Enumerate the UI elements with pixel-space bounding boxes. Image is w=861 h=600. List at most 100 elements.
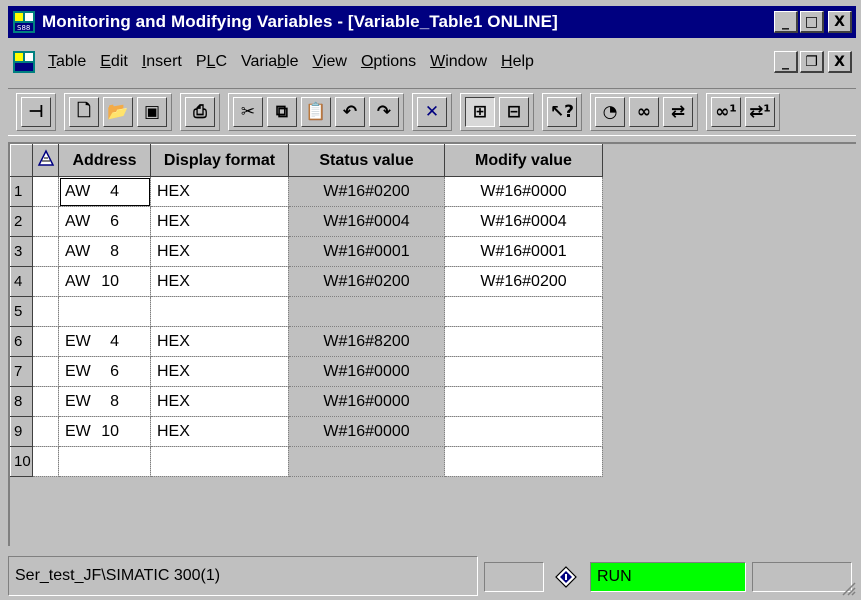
display-format-cell[interactable]: HEX bbox=[150, 356, 289, 387]
marker-cell[interactable] bbox=[32, 386, 59, 417]
menu-window[interactable]: Window bbox=[424, 53, 495, 71]
modify-value-cell[interactable] bbox=[444, 446, 603, 477]
modify-value-cell[interactable]: W#16#0000 bbox=[444, 176, 603, 207]
pin-icon[interactable]: ⊣ bbox=[21, 97, 51, 127]
redo-icon[interactable]: ↷ bbox=[369, 97, 399, 127]
table-row[interactable]: 6 EW 4 HEX W#16#8200 bbox=[10, 326, 603, 357]
marker-cell[interactable] bbox=[32, 206, 59, 237]
table-row[interactable]: 4 AW 10 HEX W#16#0200 W#16#0200 bbox=[10, 266, 603, 297]
modify-value-cell[interactable] bbox=[444, 356, 603, 387]
trigger-icon[interactable]: ◔ bbox=[595, 97, 625, 127]
maximize-button[interactable]: □ bbox=[800, 11, 824, 33]
display-format-cell[interactable]: HEX bbox=[150, 176, 289, 207]
open-icon[interactable]: 📂 bbox=[103, 97, 133, 127]
display-format-cell[interactable]: HEX bbox=[150, 386, 289, 417]
monitor-icon[interactable]: ∞ bbox=[629, 97, 659, 127]
paste-icon[interactable]: 📋 bbox=[301, 97, 331, 127]
address-header[interactable]: Address bbox=[58, 144, 151, 177]
modify-value-cell[interactable] bbox=[444, 416, 603, 447]
marker-cell[interactable] bbox=[32, 446, 59, 477]
display-format-cell[interactable]: HEX bbox=[150, 326, 289, 357]
marker-cell[interactable] bbox=[32, 176, 59, 207]
display-format-cell[interactable]: HEX bbox=[150, 416, 289, 447]
address-cell[interactable]: EW 10 bbox=[58, 416, 151, 447]
row-number[interactable]: 9 bbox=[10, 416, 33, 447]
copy-icon[interactable]: ⧉ bbox=[267, 97, 297, 127]
marker-cell[interactable] bbox=[32, 266, 59, 297]
menu-insert[interactable]: Insert bbox=[136, 53, 190, 71]
menu-edit[interactable]: Edit bbox=[94, 53, 136, 71]
row-number[interactable]: 10 bbox=[10, 446, 33, 477]
doc-minimize-button[interactable]: _ bbox=[774, 51, 798, 73]
menu-options[interactable]: Options bbox=[355, 53, 424, 71]
cut-icon[interactable]: ✂ bbox=[233, 97, 263, 127]
modify-value-header[interactable]: Modify value bbox=[444, 144, 603, 177]
row-number[interactable]: 2 bbox=[10, 206, 33, 237]
address-cell[interactable]: AW 4 bbox=[58, 176, 151, 207]
table-row[interactable]: 7 EW 6 HEX W#16#0000 bbox=[10, 356, 603, 387]
table-row[interactable]: 2 AW 6 HEX W#16#0004 W#16#0004 bbox=[10, 206, 603, 237]
table-row[interactable]: 3 AW 8 HEX W#16#0001 W#16#0001 bbox=[10, 236, 603, 267]
delete-icon[interactable]: ✕ bbox=[417, 97, 447, 127]
save-icon[interactable]: ▣ bbox=[137, 97, 167, 127]
address-cell[interactable]: AW 6 bbox=[58, 206, 151, 237]
marker-cell[interactable] bbox=[32, 236, 59, 267]
row-number[interactable]: 1 bbox=[10, 176, 33, 207]
corner-header[interactable] bbox=[10, 144, 33, 177]
doc-restore-button[interactable]: ❐ bbox=[800, 51, 824, 73]
address-cell[interactable]: AW 8 bbox=[58, 236, 151, 267]
help-pointer-icon[interactable]: ↖? bbox=[547, 97, 577, 127]
status-value-header[interactable]: Status value bbox=[288, 144, 445, 177]
modify-value-cell[interactable]: W#16#0001 bbox=[444, 236, 603, 267]
address-cell[interactable] bbox=[58, 296, 151, 327]
menu-variable[interactable]: Variable bbox=[235, 53, 307, 71]
marker-cell[interactable] bbox=[32, 416, 59, 447]
row-number[interactable]: 8 bbox=[10, 386, 33, 417]
address-cell[interactable] bbox=[58, 446, 151, 477]
modify-icon[interactable]: ⇄ bbox=[663, 97, 693, 127]
table-row[interactable]: 8 EW 8 HEX W#16#0000 bbox=[10, 386, 603, 417]
offline-icon[interactable]: ⊟ bbox=[499, 97, 529, 127]
table-row[interactable]: 5 bbox=[10, 296, 603, 327]
table-row[interactable]: 9 EW 10 HEX W#16#0000 bbox=[10, 416, 603, 447]
address-cell[interactable]: AW 10 bbox=[58, 266, 151, 297]
modify-value-cell[interactable] bbox=[444, 386, 603, 417]
resize-grip-icon[interactable] bbox=[840, 580, 856, 596]
menu-view[interactable]: View bbox=[307, 53, 355, 71]
marker-cell[interactable] bbox=[32, 356, 59, 387]
modify-value-cell[interactable] bbox=[444, 326, 603, 357]
address-cell[interactable]: EW 8 bbox=[58, 386, 151, 417]
online-icon[interactable]: ⊞ bbox=[465, 97, 495, 127]
modify-value-cell[interactable]: W#16#0200 bbox=[444, 266, 603, 297]
close-button[interactable]: X bbox=[828, 11, 852, 33]
display-format-cell[interactable]: HEX bbox=[150, 266, 289, 297]
table-row[interactable]: 1 AW 4 HEX W#16#0200 W#16#0000 bbox=[10, 176, 603, 207]
menu-help[interactable]: Help bbox=[495, 53, 542, 71]
marker-header[interactable] bbox=[32, 144, 59, 177]
modify-value-cell[interactable]: W#16#0004 bbox=[444, 206, 603, 237]
row-number[interactable]: 4 bbox=[10, 266, 33, 297]
row-number[interactable]: 5 bbox=[10, 296, 33, 327]
modify-value-cell[interactable] bbox=[444, 296, 603, 327]
address-cell[interactable]: EW 4 bbox=[58, 326, 151, 357]
simatic-doc-icon[interactable] bbox=[12, 50, 36, 74]
row-number[interactable]: 6 bbox=[10, 326, 33, 357]
minimize-button[interactable]: _ bbox=[774, 11, 798, 33]
menu-plc[interactable]: PLC bbox=[190, 53, 235, 71]
display-format-cell[interactable]: HEX bbox=[150, 206, 289, 237]
row-number[interactable]: 3 bbox=[10, 236, 33, 267]
address-cell[interactable]: EW 6 bbox=[58, 356, 151, 387]
modify-once-icon[interactable]: ⇄¹ bbox=[745, 97, 775, 127]
doc-close-button[interactable]: X bbox=[828, 51, 852, 73]
display-format-header[interactable]: Display format bbox=[150, 144, 289, 177]
new-icon[interactable]: 🗋 bbox=[69, 97, 99, 127]
menu-table[interactable]: Table bbox=[42, 53, 94, 71]
undo-icon[interactable]: ↶ bbox=[335, 97, 365, 127]
display-format-cell[interactable] bbox=[150, 296, 289, 327]
print-icon[interactable]: ⎙ bbox=[185, 97, 215, 127]
marker-cell[interactable] bbox=[32, 326, 59, 357]
table-row[interactable]: 10 bbox=[10, 446, 603, 477]
marker-cell[interactable] bbox=[32, 296, 59, 327]
display-format-cell[interactable] bbox=[150, 446, 289, 477]
row-number[interactable]: 7 bbox=[10, 356, 33, 387]
